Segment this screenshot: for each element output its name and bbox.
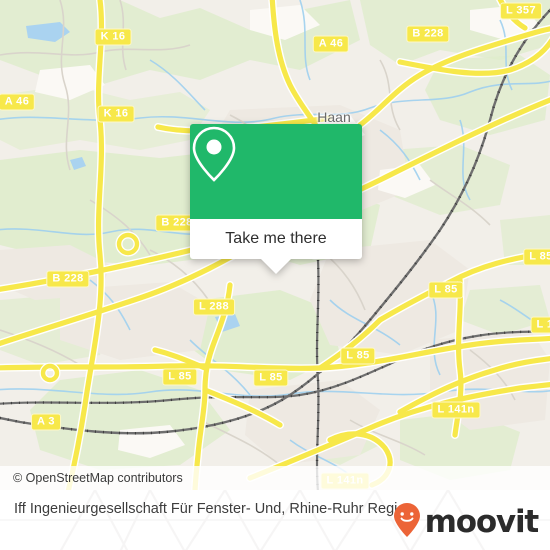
road-shield: K 16 bbox=[97, 105, 135, 123]
take-me-there-button[interactable]: Take me there bbox=[190, 219, 362, 259]
take-me-there-label: Take me there bbox=[225, 230, 327, 247]
road-shield: L 85 bbox=[428, 281, 464, 299]
road-shield: A 3 bbox=[31, 413, 61, 431]
map-screenshot: K 16 A 46 B 228 L 357 A 46 K 16 B 228 B … bbox=[0, 0, 550, 550]
road-shield: A 46 bbox=[312, 35, 350, 53]
road-shield: L 85 bbox=[162, 368, 198, 386]
road-shield: A 46 bbox=[0, 93, 36, 111]
place-caption: Iff Ingenieurgesellschaft Für Fenster- U… bbox=[14, 501, 414, 517]
road-shield: L 1 bbox=[530, 316, 550, 334]
road-shield: L 85 bbox=[523, 248, 550, 266]
popup-marker-area bbox=[190, 124, 362, 219]
road-shield: L 288 bbox=[193, 298, 235, 316]
attribution-text: © OpenStreetMap contributors bbox=[13, 471, 183, 485]
place-label-haan: Haan bbox=[317, 109, 351, 125]
map-canvas[interactable]: K 16 A 46 B 228 L 357 A 46 K 16 B 228 B … bbox=[0, 0, 550, 490]
road-shield: L 357 bbox=[500, 2, 542, 20]
map-attribution[interactable]: © OpenStreetMap contributors bbox=[0, 466, 550, 490]
location-popup-card[interactable]: Take me there bbox=[190, 124, 362, 274]
road-shield: B 228 bbox=[46, 270, 90, 288]
moovit-logo[interactable]: moovit bbox=[393, 502, 540, 543]
road-shield: K 16 bbox=[94, 28, 132, 46]
road-shield: L 85 bbox=[340, 347, 376, 365]
road-shield: L 141n bbox=[431, 401, 481, 419]
moovit-wordmark: moovit bbox=[424, 504, 540, 540]
road-shield: B 228 bbox=[406, 25, 450, 43]
road-shield: L 85 bbox=[253, 369, 289, 387]
popup-tail bbox=[260, 258, 292, 274]
footer-bar: Iff Ingenieurgesellschaft Für Fenster- U… bbox=[0, 490, 550, 550]
moovit-pin-smiley-icon bbox=[393, 502, 421, 543]
